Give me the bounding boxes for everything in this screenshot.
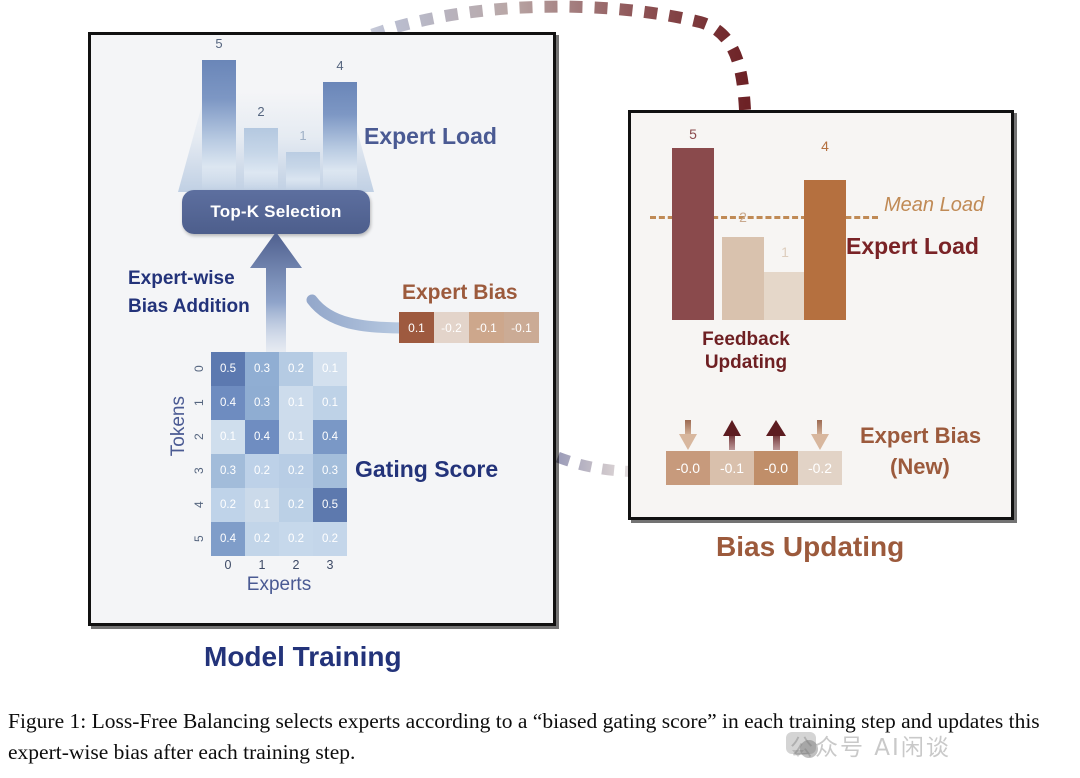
new-bias-cell-1: -0.1 <box>710 451 754 485</box>
heatmap-row: 0.5 0.3 0.2 0.1 <box>211 352 347 386</box>
heatmap-cell-2-3: 0.4 <box>313 420 347 454</box>
bias-arrow-0 <box>679 420 697 450</box>
new-expert-bias-label-line2: (New) <box>890 454 950 479</box>
new-expert-bias-row: -0.0 -0.1 -0.0 -0.2 <box>666 451 842 485</box>
left-expert-bias-label: Expert Bias <box>402 281 518 304</box>
top-k-selection-box[interactable]: Top-K Selection <box>182 190 370 234</box>
heatmap-cell-0-0: 0.5 <box>211 352 245 386</box>
right-load-bar-0 <box>672 148 714 320</box>
heatmap-cell-5-3: 0.2 <box>313 522 347 556</box>
load-bar-label-0: 5 <box>215 36 223 51</box>
gating-score-label: Gating Score <box>355 456 499 482</box>
feedback-updating-label: Feedback Updating <box>658 328 834 374</box>
heatmap-col-label-1: 1 <box>258 558 266 572</box>
watermark-dot-icon <box>800 740 818 758</box>
top-k-selection-label: Top-K Selection <box>210 202 342 221</box>
heatmap-cell-1-0: 0.4 <box>211 386 245 420</box>
tokens-axis-label: Tokens <box>168 396 189 457</box>
heatmap-cell-2-2: 0.1 <box>279 420 313 454</box>
expert-bias-cell-0: 0.1 <box>399 312 434 343</box>
heatmap-cell-1-1: 0.3 <box>245 386 279 420</box>
gating-score-heatmap: 0 0.5 0.3 0.2 0.1 1 0.4 0.3 0.1 0.1 2 0.1 0.4 0.1 0.4 3… <box>192 352 347 572</box>
right-load-bar-1 <box>722 237 764 320</box>
mean-load-label: Mean Load <box>884 194 985 216</box>
right-load-label-3: 4 <box>821 138 829 154</box>
heatmap-cell-5-0: 0.4 <box>211 522 245 556</box>
heatmap-row-label-1: 1 <box>192 399 206 407</box>
heatmap-cell-5-2: 0.2 <box>279 522 313 556</box>
new-expert-bias-label-line1: Expert Bias <box>860 423 982 448</box>
heatmap-cell-4-2: 0.2 <box>279 488 313 522</box>
heatmap-row: 0.3 0.2 0.2 0.3 <box>211 454 347 488</box>
bias-arrow-1 <box>723 420 741 450</box>
right-load-label-1: 2 <box>739 209 747 225</box>
right-expert-load-label: Expert Load <box>846 233 979 259</box>
heatmap-cell-3-1: 0.2 <box>245 454 279 488</box>
bias-addition-arrow <box>250 232 302 360</box>
heatmap-cell-3-0: 0.3 <box>211 454 245 488</box>
experts-axis-label: Experts <box>246 574 312 595</box>
heatmap-row-label-5: 5 <box>192 535 206 543</box>
figure-caption: Figure 1: Loss-Free Balancing selects ex… <box>8 709 1040 765</box>
heatmap-row: 0.2 0.1 0.2 0.5 <box>211 488 347 522</box>
expert-bias-cell-3: -0.1 <box>504 312 539 343</box>
heatmap-cell-3-2: 0.2 <box>279 454 313 488</box>
right-load-bar-3 <box>804 180 846 320</box>
heatmap-col-label-0: 0 <box>224 558 232 572</box>
heatmap-cell-4-0: 0.2 <box>211 488 245 522</box>
bias-addition-label-line1: Expert-wise <box>128 268 235 289</box>
heatmap-cell-4-1: 0.1 <box>245 488 279 522</box>
expert-bias-cell-1: -0.2 <box>434 312 469 343</box>
heatmap-row-label-3: 3 <box>192 467 206 475</box>
right-expert-load-chart: 5 2 1 4 <box>668 126 846 320</box>
new-bias-cell-2: -0.0 <box>754 451 798 485</box>
heatmap-cell-2-0: 0.1 <box>211 420 245 454</box>
right-load-label-0: 5 <box>689 126 697 142</box>
new-bias-cell-0: -0.0 <box>666 451 710 485</box>
heatmap-row: 0.4 0.2 0.2 0.2 <box>211 522 347 556</box>
heatmap-cell-5-1: 0.2 <box>245 522 279 556</box>
model-training-title: Model Training <box>204 641 402 672</box>
heatmap-row: 0.4 0.3 0.1 0.1 <box>211 386 347 420</box>
bias-update-arrows <box>679 420 829 450</box>
load-bar-3 <box>323 82 357 190</box>
load-bar-label-3: 4 <box>336 58 344 73</box>
bias-arrow-3 <box>811 420 829 450</box>
heatmap-cell-2-1: 0.4 <box>245 420 279 454</box>
load-bar-label-2: 1 <box>299 128 307 143</box>
heatmap-cell-0-3: 0.1 <box>313 352 347 386</box>
heatmap-cell-3-3: 0.3 <box>313 454 347 488</box>
heatmap-col-label-3: 3 <box>326 558 334 572</box>
left-expert-bias-row: 0.1 -0.2 -0.1 -0.1 <box>399 312 539 343</box>
load-bar-0 <box>202 60 236 190</box>
bias-addition-label-line2: Bias Addition <box>128 296 250 317</box>
bias-arrow-2 <box>766 420 786 450</box>
feedback-updating-line2: Updating <box>704 352 788 374</box>
load-bar-2 <box>286 152 320 190</box>
load-bar-label-1: 2 <box>257 104 265 119</box>
heatmap-row-label-4: 4 <box>192 501 206 509</box>
new-bias-cell-3: -0.2 <box>798 451 842 485</box>
bias-updating-title: Bias Updating <box>716 531 905 562</box>
heatmap-cell-4-3: 0.5 <box>313 488 347 522</box>
load-bar-1 <box>244 128 278 190</box>
heatmap-cell-1-3: 0.1 <box>313 386 347 420</box>
figure-canvas: 5 2 1 4 Expert Load Top-K Selection Expe… <box>0 0 1080 778</box>
right-load-label-2: 1 <box>781 244 789 260</box>
heatmap-row-label-0: 0 <box>192 365 206 373</box>
left-expert-load-chart: 5 2 1 4 <box>198 36 357 190</box>
heatmap-cell-1-2: 0.1 <box>279 386 313 420</box>
heatmap-cell-0-1: 0.3 <box>245 352 279 386</box>
feedback-updating-line1: Feedback <box>702 329 790 350</box>
left-expert-load-label: Expert Load <box>364 123 497 149</box>
heatmap-row-label-2: 2 <box>192 433 206 441</box>
heatmap-row: 0.1 0.4 0.1 0.4 <box>211 420 347 454</box>
expert-bias-cell-2: -0.1 <box>469 312 504 343</box>
heatmap-cell-0-2: 0.2 <box>279 352 313 386</box>
right-load-bar-2 <box>764 272 806 320</box>
heatmap-col-label-2: 2 <box>292 558 300 572</box>
